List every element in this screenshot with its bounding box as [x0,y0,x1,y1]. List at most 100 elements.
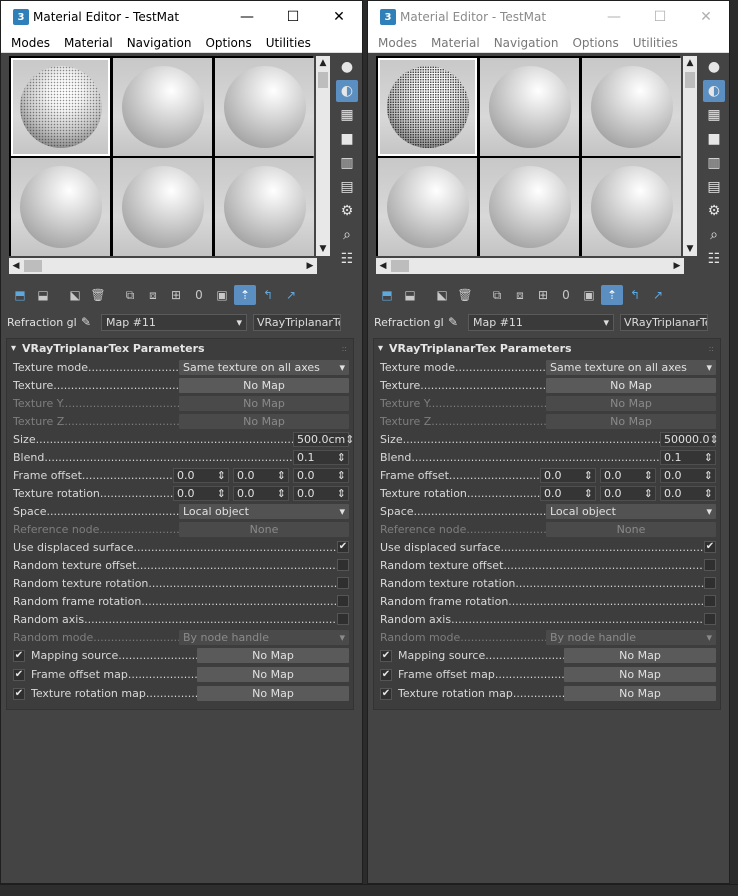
random-texture-offset-checkbox[interactable] [337,559,349,571]
spinner-icon[interactable]: ⇕ [217,469,226,482]
go-to-parent-icon[interactable]: ↰ [257,285,279,305]
map-type-button[interactable]: VRayTriplanarTex [620,313,708,331]
spinner-icon[interactable]: ⇕ [644,487,653,500]
checker-background-icon[interactable]: ▦ [336,104,358,126]
frame-offset-x-spinner[interactable]: 0.0 ⇕ [173,467,229,483]
make-preview-icon[interactable]: ▤ [703,176,725,198]
scroll-up-icon[interactable]: ▲ [683,56,697,70]
show-end-result-icon[interactable]: ⇡ [234,285,256,305]
frame-offset-map-checkbox[interactable]: ✔ [380,668,392,681]
video-color-check-icon[interactable]: ▥ [336,152,358,174]
select-by-material-icon[interactable]: ⌕ [336,224,358,246]
map-name-dropdown[interactable]: Map #11 ▾ [468,313,614,331]
put-to-library-icon[interactable]: ⧈ [142,285,164,305]
spinner-icon[interactable]: ⇕ [337,451,346,464]
scroll-down-icon[interactable]: ▼ [683,242,697,256]
video-color-check-icon[interactable]: ▥ [703,152,725,174]
random-frame-rotation-checkbox[interactable] [704,595,716,607]
random-mode-dropdown[interactable]: By node handle ▾ [179,629,349,645]
slots-vertical-scrollbar[interactable]: ▲ ▼ [316,56,330,256]
make-preview-icon[interactable]: ▤ [336,176,358,198]
reference-node-button[interactable]: None [179,521,349,537]
minimize-button[interactable]: — [224,1,270,33]
menu-options[interactable]: Options [205,36,251,50]
sample-slot-4[interactable] [11,158,110,256]
texture-rotation-y-spinner[interactable]: 0.0 ⇕ [600,485,656,501]
material-id-channel-icon[interactable]: 0 [188,285,210,305]
sample-slot-2[interactable] [480,58,579,156]
space-dropdown[interactable]: Local object ▾ [546,503,716,519]
title-bar[interactable]: 3 Material Editor - TestMat — ☐ ✕ [368,1,729,33]
spinner-icon[interactable]: ⇕ [644,469,653,482]
frame-offset-map-button[interactable]: No Map [197,667,349,682]
material-map-navigator-icon[interactable]: ☷ [703,248,725,270]
mapping-source-button[interactable]: No Map [197,648,349,663]
mapping-source-button[interactable]: No Map [564,648,716,663]
scroll-left-icon[interactable]: ◀ [9,258,23,274]
random-mode-dropdown[interactable]: By node handle ▾ [546,629,716,645]
save-material-icon[interactable]: ⊞ [165,285,187,305]
texture-rotation-x-spinner[interactable]: 0.0 ⇕ [173,485,229,501]
spinner-icon[interactable]: ⇕ [345,433,354,446]
show-shaded-icon[interactable]: ▣ [211,285,233,305]
spinner-icon[interactable]: ⇕ [277,469,286,482]
menu-modes[interactable]: Modes [11,36,50,50]
sample-slot-6[interactable] [582,158,681,256]
frame-offset-map-button[interactable]: No Map [564,667,716,682]
make-unique-icon[interactable]: ⧉ [486,285,508,305]
use-displaced-checkbox[interactable]: ✔ [337,541,349,553]
frame-offset-z-spinner[interactable]: 0.0 ⇕ [293,467,349,483]
texture-z-map-button[interactable]: No Map [546,413,716,429]
sample-slot-3[interactable] [215,58,314,156]
texture-rotation-map-button[interactable]: No Map [197,686,349,701]
select-by-material-icon[interactable]: ⌕ [703,224,725,246]
texture-rotation-z-spinner[interactable]: 0.0 ⇕ [660,485,716,501]
blend-spinner[interactable]: 0.1 ⇕ [660,449,716,465]
put-to-library-icon[interactable]: ⧈ [509,285,531,305]
sample-slot-3[interactable] [582,58,681,156]
blend-spinner[interactable]: 0.1 ⇕ [293,449,349,465]
menu-modes[interactable]: Modes [378,36,417,50]
assign-material-icon[interactable]: ⬕ [431,285,453,305]
frame-offset-y-spinner[interactable]: 0.0 ⇕ [600,467,656,483]
go-to-parent-icon[interactable]: ↰ [624,285,646,305]
slots-vertical-scrollbar[interactable]: ▲ ▼ [683,56,697,256]
random-texture-rotation-checkbox[interactable] [337,577,349,589]
texture-mode-dropdown[interactable]: Same texture on all axes ▾ [546,359,716,375]
frame-offset-y-spinner[interactable]: 0.0 ⇕ [233,467,289,483]
frame-offset-x-spinner[interactable]: 0.0 ⇕ [540,467,596,483]
spinner-icon[interactable]: ⇕ [584,469,593,482]
reset-map-icon[interactable]: 🗑 [87,285,109,305]
mapping-source-checkbox[interactable]: ✔ [13,649,25,662]
rollout-header[interactable]: ▾ VRayTriplanarTex Parameters :: [7,339,353,357]
show-end-result-icon[interactable]: ⇡ [601,285,623,305]
space-dropdown[interactable]: Local object ▾ [179,503,349,519]
scroll-up-icon[interactable]: ▲ [316,56,330,70]
eyedropper-icon[interactable]: ✎ [444,315,462,329]
spinner-icon[interactable]: ⇕ [217,487,226,500]
texture-z-map-button[interactable]: No Map [179,413,349,429]
scroll-thumb[interactable] [318,72,328,88]
texture-rotation-z-spinner[interactable]: 0.0 ⇕ [293,485,349,501]
material-id-channel-icon[interactable]: 0 [555,285,577,305]
sample-slot-1[interactable] [378,58,477,156]
scroll-thumb[interactable] [685,72,695,88]
texture-map-button[interactable]: No Map [546,377,716,393]
menu-material[interactable]: Material [64,36,113,50]
texture-rotation-map-checkbox[interactable]: ✔ [13,687,25,700]
spinner-icon[interactable]: ⇕ [337,469,346,482]
menu-utilities[interactable]: Utilities [633,36,678,50]
sample-uv-tiling-icon[interactable]: ■ [336,128,358,150]
random-frame-rotation-checkbox[interactable] [337,595,349,607]
menu-utilities[interactable]: Utilities [266,36,311,50]
spinner-icon[interactable]: ⇕ [710,433,719,446]
mapping-source-checkbox[interactable]: ✔ [380,649,392,662]
random-axis-checkbox[interactable] [704,613,716,625]
scroll-left-icon[interactable]: ◀ [376,258,390,274]
map-type-button[interactable]: VRayTriplanarTex [253,313,341,331]
frame-offset-z-spinner[interactable]: 0.0 ⇕ [660,467,716,483]
minimize-button[interactable]: — [591,1,637,33]
spinner-icon[interactable]: ⇕ [337,487,346,500]
make-unique-icon[interactable]: ⧉ [119,285,141,305]
assign-material-icon[interactable]: ⬕ [64,285,86,305]
